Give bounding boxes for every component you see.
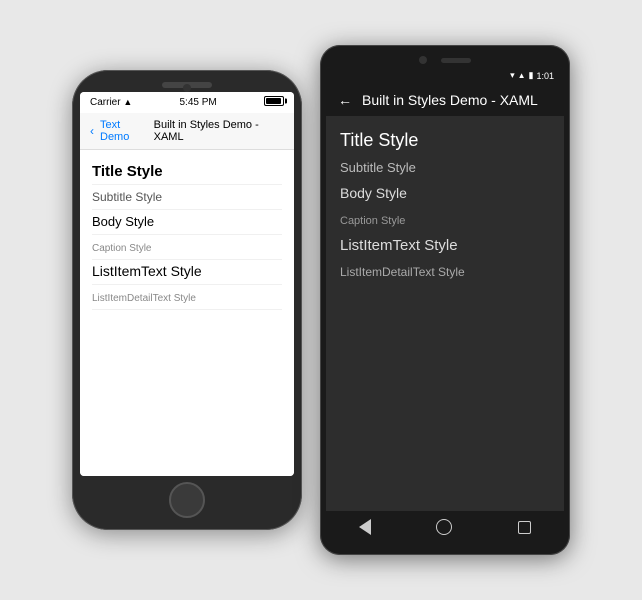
android-caption-style-label: Caption Style bbox=[340, 215, 405, 227]
android-time: 1:01 bbox=[536, 71, 554, 81]
list-item: Body Style bbox=[340, 181, 550, 207]
android-nav-bar bbox=[326, 511, 564, 543]
android-wifi-icon: ▾ bbox=[510, 70, 515, 81]
android-camera-icon bbox=[419, 56, 427, 64]
list-item: ListItemText Style bbox=[340, 233, 550, 259]
android-status-icons: ▾ ▲ ▮ 1:01 bbox=[510, 70, 554, 81]
android-back-button[interactable]: ← bbox=[338, 92, 352, 108]
android-home-nav-icon[interactable] bbox=[436, 519, 452, 535]
ios-back-chevron[interactable]: ‹ bbox=[90, 124, 94, 138]
devices-container: Carrier ▲ 5:45 PM ‹ Text Demo Built in S… bbox=[62, 35, 580, 565]
android-signal-icon: ▲ bbox=[518, 71, 526, 80]
list-item: Caption Style bbox=[92, 235, 282, 260]
android-title-style-label: Title Style bbox=[340, 130, 418, 150]
ios-listitemdetail-style-label: ListItemDetailText Style bbox=[92, 293, 196, 304]
ios-back-label[interactable]: Text Demo bbox=[100, 119, 150, 143]
ios-carrier: Carrier ▲ bbox=[90, 97, 132, 108]
ios-time: 5:45 PM bbox=[180, 97, 217, 108]
list-item: Title Style bbox=[340, 126, 550, 155]
android-status-bar: ▾ ▲ ▮ 1:01 bbox=[326, 67, 564, 84]
ios-nav-bar[interactable]: ‹ Text Demo Built in Styles Demo - XAML bbox=[80, 113, 294, 150]
android-battery-icon: ▮ bbox=[529, 70, 534, 81]
ios-caption-style-label: Caption Style bbox=[92, 243, 151, 254]
ios-device: Carrier ▲ 5:45 PM ‹ Text Demo Built in S… bbox=[72, 70, 302, 530]
ios-body-style-label: Body Style bbox=[92, 214, 154, 229]
android-listitem-style-label: ListItemText Style bbox=[340, 237, 458, 254]
ios-battery-indicator bbox=[264, 96, 284, 109]
android-top-bar bbox=[326, 51, 564, 67]
ios-page-title: Built in Styles Demo - XAML bbox=[154, 119, 284, 143]
android-device: ▾ ▲ ▮ 1:01 ← Built in Styles Demo - XAML… bbox=[320, 45, 570, 555]
ios-camera-icon bbox=[183, 84, 191, 92]
ios-listitem-style-label: ListItemText Style bbox=[92, 263, 202, 279]
android-listitemdetail-style-label: ListItemDetailText Style bbox=[340, 265, 465, 279]
android-subtitle-style-label: Subtitle Style bbox=[340, 160, 416, 175]
android-content: Title Style Subtitle Style Body Style Ca… bbox=[326, 116, 564, 511]
ios-screen: Carrier ▲ 5:45 PM ‹ Text Demo Built in S… bbox=[80, 92, 294, 476]
list-item: ListItemDetailText Style bbox=[340, 259, 550, 285]
android-body-style-label: Body Style bbox=[340, 185, 407, 201]
list-item: Caption Style bbox=[340, 207, 550, 233]
android-back-nav-icon[interactable] bbox=[359, 519, 371, 535]
list-item: ListItemText Style bbox=[92, 260, 282, 285]
android-app-bar: ← Built in Styles Demo - XAML bbox=[326, 84, 564, 116]
list-item: Body Style bbox=[92, 210, 282, 235]
android-speaker bbox=[441, 58, 471, 63]
list-item: ListItemDetailText Style bbox=[92, 285, 282, 310]
ios-home-button[interactable] bbox=[169, 482, 205, 518]
ios-status-bar: Carrier ▲ 5:45 PM bbox=[80, 92, 294, 113]
android-bottom-bar bbox=[326, 543, 564, 549]
list-item: Title Style bbox=[92, 160, 282, 185]
ios-content: Title Style Subtitle Style Body Style Ca… bbox=[80, 150, 294, 476]
android-screen: ▾ ▲ ▮ 1:01 ← Built in Styles Demo - XAML… bbox=[326, 67, 564, 543]
android-recent-nav-icon[interactable] bbox=[518, 521, 531, 534]
android-page-title: Built in Styles Demo - XAML bbox=[362, 92, 538, 108]
list-item: Subtitle Style bbox=[92, 185, 282, 210]
ios-title-style-label: Title Style bbox=[92, 163, 163, 180]
ios-subtitle-style-label: Subtitle Style bbox=[92, 190, 162, 204]
list-item: Subtitle Style bbox=[340, 155, 550, 181]
